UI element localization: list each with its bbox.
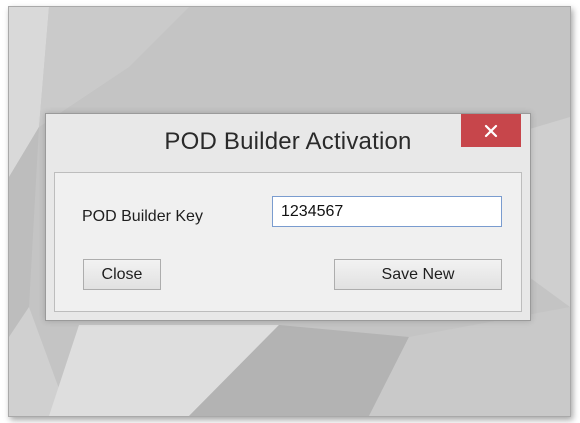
close-button[interactable]: Close (83, 259, 161, 290)
save-new-button[interactable]: Save New (334, 259, 502, 290)
activation-dialog: POD Builder Activation POD Builder Key C… (45, 113, 531, 321)
close-icon (484, 124, 498, 137)
title-bar[interactable]: POD Builder Activation (46, 114, 530, 168)
dialog-body: POD Builder Key Close Save New (54, 172, 522, 312)
key-input[interactable] (272, 196, 502, 227)
screenshot-frame: POD Builder Activation POD Builder Key C… (8, 6, 571, 417)
key-label: POD Builder Key (82, 208, 203, 225)
title-close-button[interactable] (461, 114, 521, 147)
dialog-title: POD Builder Activation (164, 128, 412, 155)
